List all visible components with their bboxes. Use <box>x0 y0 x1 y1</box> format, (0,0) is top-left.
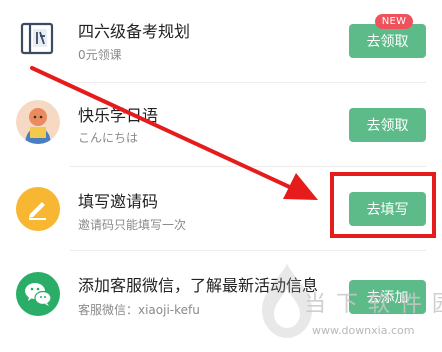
wechat-icon <box>16 272 60 316</box>
highlight-box <box>330 172 436 238</box>
pen-icon <box>16 187 60 231</box>
book-icon <box>16 17 60 61</box>
list-item-japanese: 快乐学日语 こんにちは 去领取 <box>0 82 442 166</box>
list-item-cet-plan: 四六级备考规划 0元领课 去领取 NEW <box>0 0 442 82</box>
watermark-text: 当下软件园 <box>304 292 442 317</box>
item-subtitle: 0元领课 <box>78 48 122 62</box>
item-title: 四六级备考规划 <box>78 22 191 41</box>
item-subtitle: こんにちは <box>78 131 139 145</box>
avatar-icon <box>16 100 60 144</box>
watermark-url: www.downxia.com <box>312 324 415 337</box>
item-title: 快乐学日语 <box>78 106 159 125</box>
item-subtitle: 客服微信：xiaoji-kefu <box>78 303 200 317</box>
new-badge: NEW <box>375 14 413 29</box>
item-title: 填写邀请码 <box>78 192 159 211</box>
claim-japanese-button[interactable]: 去领取 <box>349 108 426 142</box>
claim-course-button[interactable]: 去领取 <box>349 24 426 58</box>
item-subtitle: 邀请码只能填写一次 <box>78 218 187 232</box>
